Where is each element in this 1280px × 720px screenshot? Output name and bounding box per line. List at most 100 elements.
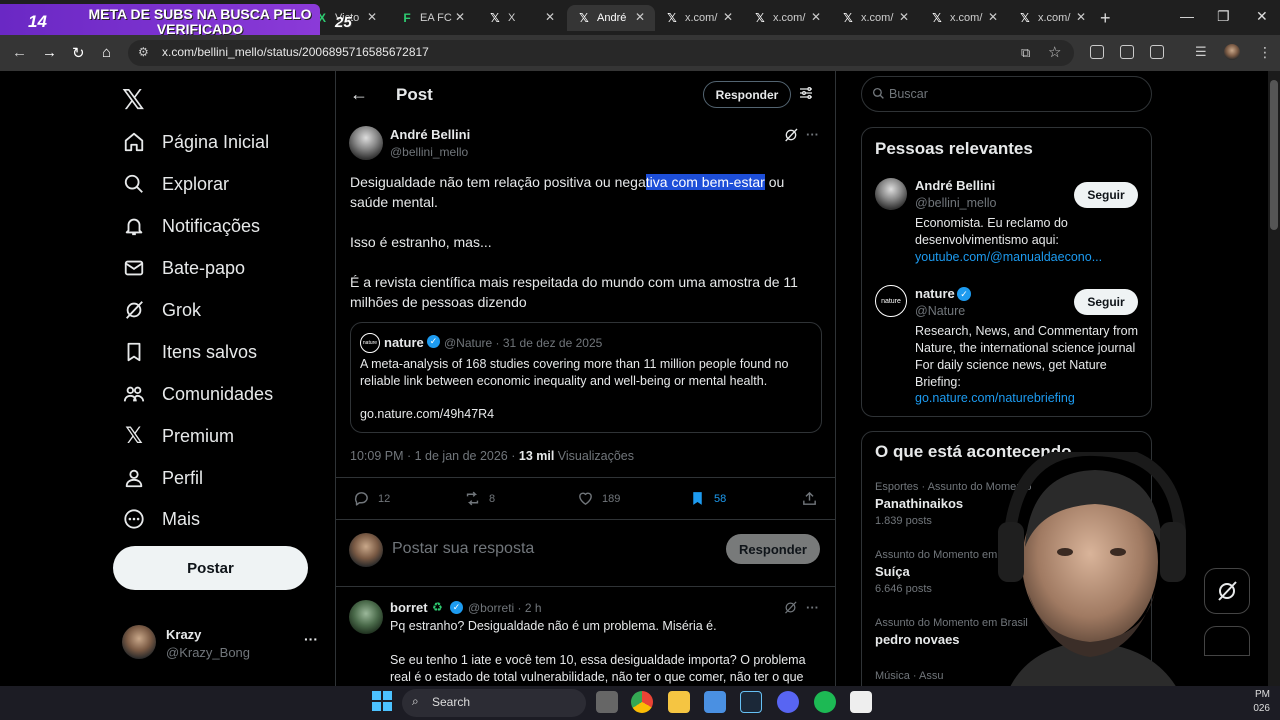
- browser-menu-icon[interactable]: ⋮: [1258, 44, 1272, 61]
- browser-tab[interactable]: 𝕏 X ✕: [478, 5, 565, 31]
- person-link[interactable]: go.nature.com/naturebriefing: [915, 390, 1075, 407]
- reply-author-name[interactable]: borret: [390, 600, 428, 615]
- browser-tab[interactable]: 𝕏 x.com/ ✕: [1008, 5, 1096, 31]
- person-name[interactable]: André Bellini: [915, 178, 995, 193]
- reply-submit-button[interactable]: Responder: [726, 534, 820, 564]
- discord-icon[interactable]: [777, 691, 799, 713]
- spotify-icon[interactable]: [814, 691, 836, 713]
- account-switcher[interactable]: Krazy @Krazy_Bong ···: [122, 625, 322, 665]
- tab-label: x.com/: [1038, 12, 1071, 24]
- retweet-stat[interactable]: 8: [464, 490, 495, 507]
- close-window-button[interactable]: ✕: [1256, 8, 1268, 25]
- sidebar-item-label: Grok: [162, 299, 202, 320]
- extension-icon[interactable]: [1120, 45, 1134, 59]
- person-link[interactable]: youtube.com/@manualdaecono...: [915, 249, 1102, 266]
- header-reply-button[interactable]: Responder: [703, 81, 791, 108]
- close-icon[interactable]: ✕: [545, 10, 555, 24]
- new-tab-button[interactable]: +: [1100, 8, 1111, 29]
- share-stat[interactable]: [801, 490, 826, 507]
- close-icon[interactable]: ✕: [1076, 10, 1086, 24]
- app-icon[interactable]: [850, 691, 872, 713]
- browser-tab[interactable]: F EA FC ✕: [390, 5, 475, 31]
- sidebar-item-notifications[interactable]: Notificações: [122, 211, 260, 241]
- sidebar-item-home[interactable]: Página Inicial: [122, 127, 269, 157]
- profile-avatar[interactable]: [1224, 44, 1240, 60]
- taskbar-search[interactable]: [402, 689, 586, 717]
- browser-tab[interactable]: 𝕏 x.com/ ✕: [655, 5, 743, 31]
- browser-tab[interactable]: 𝕏 x.com/ ✕: [831, 5, 919, 31]
- extension-icon[interactable]: [1090, 45, 1104, 59]
- close-icon[interactable]: ✕: [811, 10, 821, 24]
- divider: [336, 586, 835, 587]
- clock-time: PM: [1255, 689, 1270, 700]
- more-icon[interactable]: ···: [806, 600, 819, 615]
- close-icon[interactable]: ✕: [899, 10, 909, 24]
- nature-logo-icon[interactable]: nature: [875, 285, 907, 317]
- scrollbar-thumb[interactable]: [1270, 80, 1278, 230]
- browser-tab[interactable]: 𝕏 x.com/ ✕: [920, 5, 1008, 31]
- x-logo[interactable]: 𝕏: [122, 83, 145, 116]
- close-icon[interactable]: ✕: [635, 10, 645, 24]
- person-handle[interactable]: @bellini_mello: [915, 196, 996, 210]
- sidebar-item-label: Comunidades: [162, 383, 274, 404]
- post-button[interactable]: Postar: [113, 546, 308, 590]
- close-icon[interactable]: ✕: [723, 10, 733, 24]
- close-icon[interactable]: ✕: [988, 10, 998, 24]
- close-icon[interactable]: ✕: [455, 10, 465, 24]
- grok-icon[interactable]: [783, 127, 799, 148]
- reply-input[interactable]: Postar sua resposta: [392, 540, 534, 558]
- browser-tab[interactable]: 𝕏 x.com/ ✕: [743, 5, 831, 31]
- windows-start-icon[interactable]: [372, 691, 392, 716]
- reply-stat[interactable]: 12: [353, 490, 390, 507]
- restore-button[interactable]: ❐: [1217, 8, 1230, 25]
- more-icon[interactable]: ···: [806, 127, 819, 142]
- sliders-icon[interactable]: [798, 85, 814, 106]
- url-text[interactable]: x.com/bellini_mello/status/2006895716585…: [162, 45, 429, 59]
- person-name[interactable]: nature: [915, 286, 955, 301]
- bookmark-stat[interactable]: 58: [689, 490, 726, 507]
- minimize-button[interactable]: —: [1180, 8, 1194, 24]
- task-view-icon[interactable]: [596, 691, 618, 713]
- store-icon[interactable]: [704, 691, 726, 713]
- sidebar-item-more[interactable]: Mais: [122, 504, 200, 534]
- close-icon[interactable]: ✕: [367, 10, 377, 24]
- avatar[interactable]: [875, 178, 907, 210]
- selected-text: tiva com bem-estar: [645, 174, 765, 190]
- follow-button[interactable]: Seguir: [1074, 289, 1138, 315]
- extensions-puzzle-icon[interactable]: [1150, 45, 1164, 59]
- sidebar-item-profile[interactable]: Perfil: [122, 463, 203, 493]
- follow-button[interactable]: Seguir: [1074, 182, 1138, 208]
- chrome-icon[interactable]: [631, 691, 653, 713]
- file-explorer-icon[interactable]: [668, 691, 690, 713]
- avatar[interactable]: [349, 600, 383, 634]
- back-button[interactable]: ←: [12, 44, 27, 61]
- sidebar-item-grok[interactable]: Grok: [122, 295, 201, 325]
- steam-icon[interactable]: [740, 691, 762, 713]
- x-icon: 𝕏: [755, 11, 765, 25]
- like-stat[interactable]: 189: [577, 490, 620, 507]
- forward-button[interactable]: →: [42, 44, 57, 61]
- reply-author-handle[interactable]: @borreti · 2 h: [468, 601, 542, 615]
- messages-float-button[interactable]: [1204, 626, 1250, 656]
- reading-list-icon[interactable]: ☰: [1195, 44, 1207, 60]
- sidebar-item-premium[interactable]: 𝕏 Premium: [122, 421, 234, 451]
- avatar[interactable]: [349, 126, 383, 160]
- quote-link[interactable]: go.nature.com/49h47R4: [360, 407, 494, 421]
- grok-icon[interactable]: [783, 600, 798, 620]
- site-info-icon[interactable]: ⚙: [138, 45, 149, 59]
- reload-button[interactable]: ↻: [72, 44, 85, 62]
- back-arrow-icon[interactable]: ←: [350, 84, 368, 105]
- author-name[interactable]: André Bellini: [390, 127, 470, 142]
- sidebar-item-communities[interactable]: Comunidades: [122, 379, 273, 409]
- author-handle[interactable]: @bellini_mello: [390, 145, 468, 159]
- sidebar-item-messages[interactable]: Bate-papo: [122, 253, 245, 283]
- home-button[interactable]: ⌂: [102, 44, 111, 61]
- grok-float-button[interactable]: [1204, 568, 1250, 614]
- bookmark-star-icon[interactable]: ☆: [1048, 43, 1061, 61]
- browser-tab-active[interactable]: 𝕏 André ✕: [567, 5, 655, 31]
- sidebar-item-bookmarks[interactable]: Itens salvos: [122, 337, 257, 367]
- install-icon[interactable]: ⧉: [1021, 45, 1030, 61]
- taskbar-search-label: Search: [432, 695, 471, 709]
- person-handle[interactable]: @Nature: [915, 304, 965, 318]
- sidebar-item-explore[interactable]: Explorar: [122, 169, 229, 199]
